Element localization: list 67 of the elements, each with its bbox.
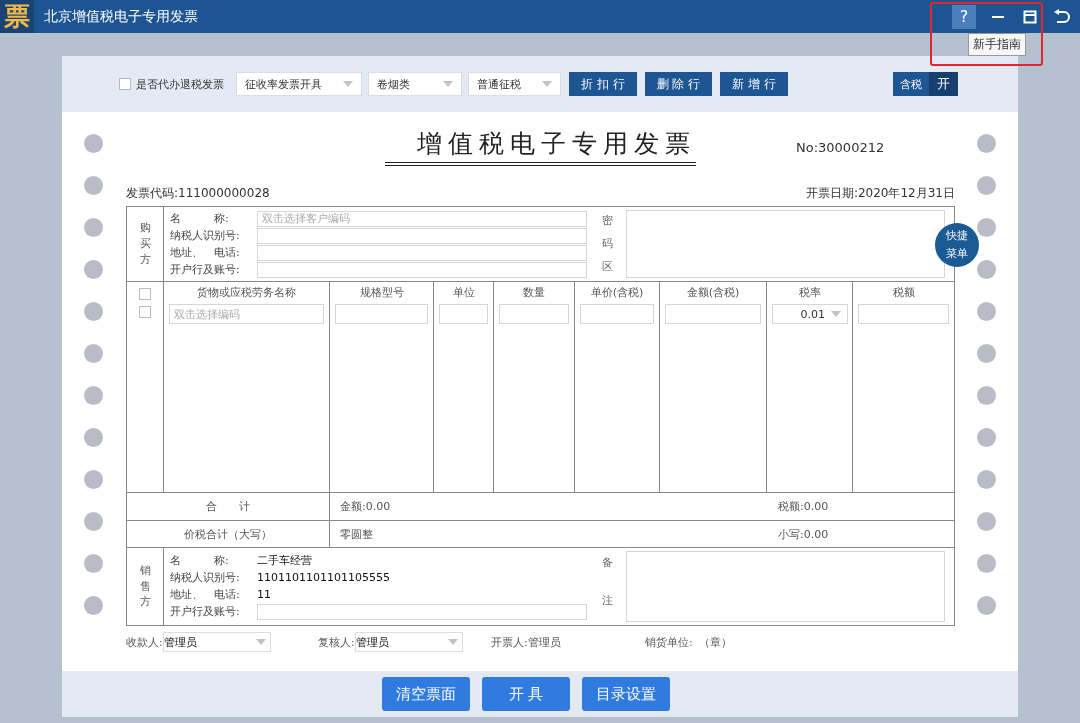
tax-label: 含税	[893, 72, 929, 96]
dropdown[interactable]: 管理员	[354, 632, 463, 652]
signature-value: 管理员	[527, 634, 561, 650]
column-header: 数量	[523, 285, 545, 301]
toolbar-button[interactable]: 新 增 行	[720, 72, 788, 96]
tax-toggle[interactable]: 开	[929, 72, 958, 96]
signature-label: 复核人:	[318, 634, 355, 650]
field-label: 开户行及账号:	[170, 261, 241, 278]
dropdown-value: 普通征税	[477, 76, 521, 92]
checkbox-label: 是否代办退税发票	[136, 76, 224, 92]
column-header: 金额(含税)	[686, 285, 740, 301]
dropdown-value: 卷烟类	[377, 76, 410, 92]
column-header: 税率	[798, 285, 821, 301]
signature-value: （章）	[698, 634, 732, 650]
field-value: 11	[257, 587, 272, 603]
amount-in-figures: 小写:0.00	[777, 526, 830, 542]
field-label: 纳税人识别号:	[170, 227, 241, 244]
dropdown-value: 管理员	[355, 634, 389, 650]
grand-total-label: 价税合计（大写）	[127, 521, 330, 547]
dropdown[interactable]: 普通征税	[468, 72, 561, 96]
amount-in-words: 零圆整	[339, 526, 374, 542]
total-tax: 税额:0.00	[777, 499, 830, 514]
cipher-label: 密码区	[601, 213, 613, 275]
invoice-date: 开票日期:2020年12月31日	[805, 185, 955, 202]
invoice-code: 发票代码:111000000028	[126, 185, 270, 202]
column-header: 货物或应税劳务名称	[197, 285, 296, 301]
total-amount: 金额:0.00	[339, 499, 392, 514]
remarks-label: 备注	[601, 555, 613, 609]
quick-menu-button[interactable]: 快捷菜单	[935, 223, 979, 267]
action-button[interactable]: 清空票面	[382, 677, 470, 711]
tax-rate-dropdown[interactable]: 0.01	[771, 304, 848, 324]
window-title: 北京增值税电子专用发票	[44, 7, 198, 26]
column-header: 单价(含税)	[590, 285, 644, 301]
field-label: 名 称:	[170, 553, 230, 569]
input-field[interactable]: 双击选择编码	[169, 304, 324, 324]
field-value: 二手车经营	[257, 553, 313, 569]
field-label: 地址、 电话:	[170, 587, 241, 603]
dropdown-value: 征收率发票开具	[245, 76, 322, 92]
dropdown-value: 0.01	[800, 307, 825, 321]
action-button[interactable]: 目录设置	[582, 677, 670, 711]
toolbar-button[interactable]: 删 除 行	[644, 72, 713, 96]
field-label: 开户行及账号:	[170, 604, 241, 620]
column-header: 单位	[452, 285, 475, 301]
dropdown-value: 管理员	[163, 634, 197, 650]
seller-label: 销售方	[139, 562, 151, 611]
invoice-number: No:30000212	[795, 139, 886, 157]
signature-label: 销货单位:	[645, 634, 693, 650]
column-header: 规格型号	[359, 285, 404, 301]
dropdown[interactable]: 卷烟类	[368, 72, 462, 96]
signature-label: 收款人:	[126, 634, 163, 650]
tooltip: 新手指南	[968, 33, 1026, 56]
buyer-label: 购买方	[139, 220, 151, 268]
help-button[interactable]: ?	[952, 4, 976, 29]
total-label: 合 计	[127, 493, 330, 520]
toolbar-button[interactable]: 折 扣 行	[569, 72, 637, 96]
app-logo: 票	[0, 0, 34, 33]
action-button[interactable]: 开 具	[482, 677, 570, 711]
field-label: 名 称:	[170, 210, 230, 227]
field-value: 1101101101101105555	[257, 570, 391, 586]
field-label: 纳税人识别号:	[170, 570, 241, 586]
dropdown[interactable]: 管理员	[162, 632, 271, 652]
input-field[interactable]: 双击选择客户编码	[257, 210, 587, 227]
dropdown[interactable]: 征收率发票开具	[236, 72, 362, 96]
signature-label: 开票人:	[491, 634, 528, 650]
invoice-title: 增值税电子专用发票	[385, 128, 696, 166]
column-header: 税额	[892, 285, 915, 301]
field-label: 地址、 电话:	[170, 244, 241, 261]
